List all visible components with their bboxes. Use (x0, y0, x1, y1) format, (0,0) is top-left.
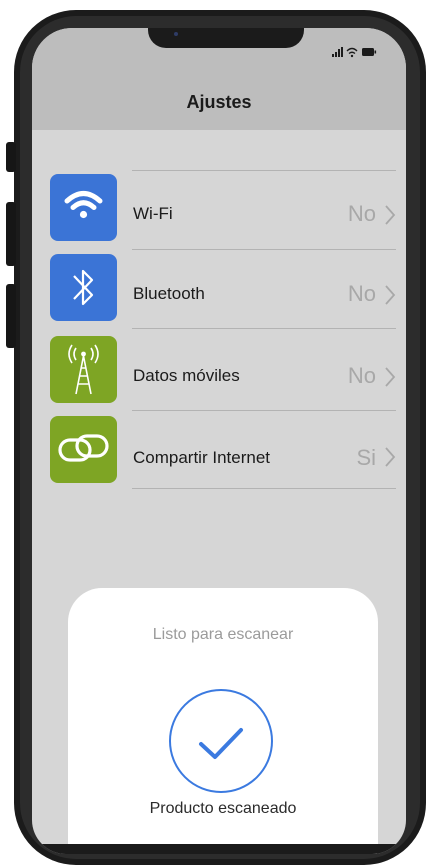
scan-sheet-title: Listo para escanear (152, 626, 294, 643)
settings-row-value: Si (356, 445, 376, 470)
cell-tower-icon (50, 336, 117, 403)
scan-status-text: Producto escaneado (149, 800, 297, 817)
chevron-right-icon (385, 367, 396, 387)
page-title: Ajustes (186, 92, 252, 112)
list-divider (132, 410, 396, 411)
settings-row-label: Compartir Internet (133, 448, 270, 467)
settings-row-hotspot[interactable]: Compartir Internet Si (50, 416, 396, 483)
scan-sheet: Listo para escanear Producto escaneado (68, 588, 378, 854)
volume-up-button (6, 202, 16, 266)
list-divider (132, 249, 396, 250)
settings-row-value: No (347, 363, 376, 388)
list-divider (132, 488, 396, 489)
settings-row-label: Bluetooth (133, 284, 205, 303)
screen-bottom-bezel (32, 844, 406, 854)
notch (148, 28, 304, 48)
chevron-right-icon (385, 447, 396, 467)
camera-dot (174, 32, 178, 36)
wifi-icon (50, 174, 117, 241)
chevron-right-icon (385, 285, 396, 305)
settings-row-bluetooth[interactable]: Bluetooth No (50, 254, 396, 321)
navigation-bar: Ajustes (32, 28, 406, 130)
settings-row-value: No (347, 281, 376, 306)
link-icon (50, 416, 117, 483)
chevron-right-icon (385, 205, 396, 225)
mute-switch (6, 142, 16, 172)
settings-row-mobile-data[interactable]: Datos móviles No (50, 336, 396, 403)
status-icons (332, 46, 378, 60)
settings-row-label: Datos móviles (133, 366, 240, 385)
wifi-icon (346, 47, 358, 58)
volume-down-button (6, 284, 16, 348)
checkmark-icon (169, 689, 273, 793)
bluetooth-icon (50, 254, 117, 321)
settings-row-wifi[interactable]: Wi-Fi No (50, 174, 396, 241)
signal-icon (332, 47, 343, 57)
settings-row-value: No (347, 201, 376, 226)
phone-screen: Ajustes Wi-Fi No Bluetooth No Datos móvi… (32, 28, 406, 854)
settings-row-label: Wi-Fi (133, 204, 173, 223)
list-divider (132, 328, 396, 329)
battery-icon (362, 48, 377, 56)
list-divider (132, 170, 396, 171)
